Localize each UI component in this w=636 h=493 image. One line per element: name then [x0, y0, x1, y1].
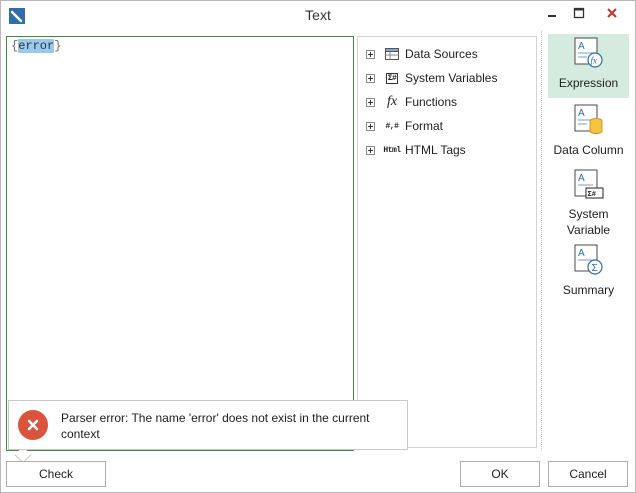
svg-text:A: A	[578, 173, 585, 184]
expression-icon: A fx	[574, 37, 603, 68]
side-button-expression[interactable]: A fx Expression	[548, 34, 629, 98]
side-button-label: Data Column	[553, 143, 624, 157]
table-icon	[383, 47, 401, 61]
tree-item-label: Functions	[405, 95, 458, 109]
expression-editor[interactable]: {error}	[6, 36, 354, 451]
maximize-button[interactable]	[564, 1, 594, 25]
tree-item-label: Data Sources	[405, 47, 478, 61]
check-button[interactable]: Check	[6, 461, 106, 487]
title-bar: Text	[1, 1, 635, 31]
svg-text:A: A	[578, 248, 585, 259]
cancel-button[interactable]: Cancel	[548, 461, 628, 487]
tree-item-label: System Variables	[405, 71, 498, 85]
error-icon	[18, 410, 48, 440]
format-icon: #,#	[385, 121, 399, 131]
tree-item-system-variables[interactable]: Σ# System Variables	[366, 69, 497, 87]
text-editor-dialog: Text {error} Data Sources Σ# System Vari…	[0, 0, 636, 493]
dictionary-tree: Data Sources Σ# System Variables fx Func…	[357, 36, 537, 448]
expand-icon[interactable]	[366, 73, 375, 83]
error-message: Parser error: The name 'error' does not …	[61, 411, 370, 441]
system-variable-icon: Σ#	[385, 72, 399, 84]
tree-item-label: Format	[405, 119, 444, 133]
minimize-button[interactable]	[537, 1, 567, 25]
brace-close: }	[54, 39, 62, 53]
svg-text:A: A	[578, 41, 585, 52]
html-icon: Html	[383, 145, 401, 155]
side-panel-divider	[541, 31, 542, 451]
tree-item-data-sources[interactable]: Data Sources	[366, 45, 478, 63]
side-button-data-column[interactable]: A Data Column	[548, 101, 629, 159]
side-button-system-variable[interactable]: A Σ# System Variable	[548, 166, 629, 238]
side-button-summary[interactable]: A Σ Summary	[548, 241, 629, 297]
tree-item-label: HTML Tags	[405, 143, 466, 157]
expand-icon[interactable]	[366, 97, 375, 107]
selected-expression: error	[18, 39, 55, 53]
side-button-label: Summary	[562, 283, 615, 297]
svg-text:Σ#: Σ#	[587, 191, 595, 199]
data-column-icon: A	[574, 104, 602, 134]
side-button-label: System Variable	[566, 207, 611, 237]
tree-item-html-tags[interactable]: Html HTML Tags	[366, 141, 466, 159]
close-button[interactable]	[597, 1, 627, 25]
svg-text:A: A	[578, 108, 585, 119]
svg-text:Σ: Σ	[591, 263, 597, 274]
summary-icon: A Σ	[574, 244, 603, 275]
side-button-label: Expression	[558, 76, 619, 90]
tree-item-format[interactable]: #,# Format	[366, 117, 443, 135]
expression-text: {error}	[11, 39, 61, 53]
system-variable-icon: A Σ#	[574, 169, 603, 199]
expand-icon[interactable]	[366, 121, 375, 131]
expand-icon[interactable]	[366, 49, 375, 59]
tree-item-functions[interactable]: fx Functions	[366, 93, 457, 111]
ok-button[interactable]: OK	[460, 461, 540, 487]
function-icon: fx	[386, 94, 398, 109]
svg-text:fx: fx	[590, 56, 597, 66]
expand-icon[interactable]	[366, 145, 375, 155]
